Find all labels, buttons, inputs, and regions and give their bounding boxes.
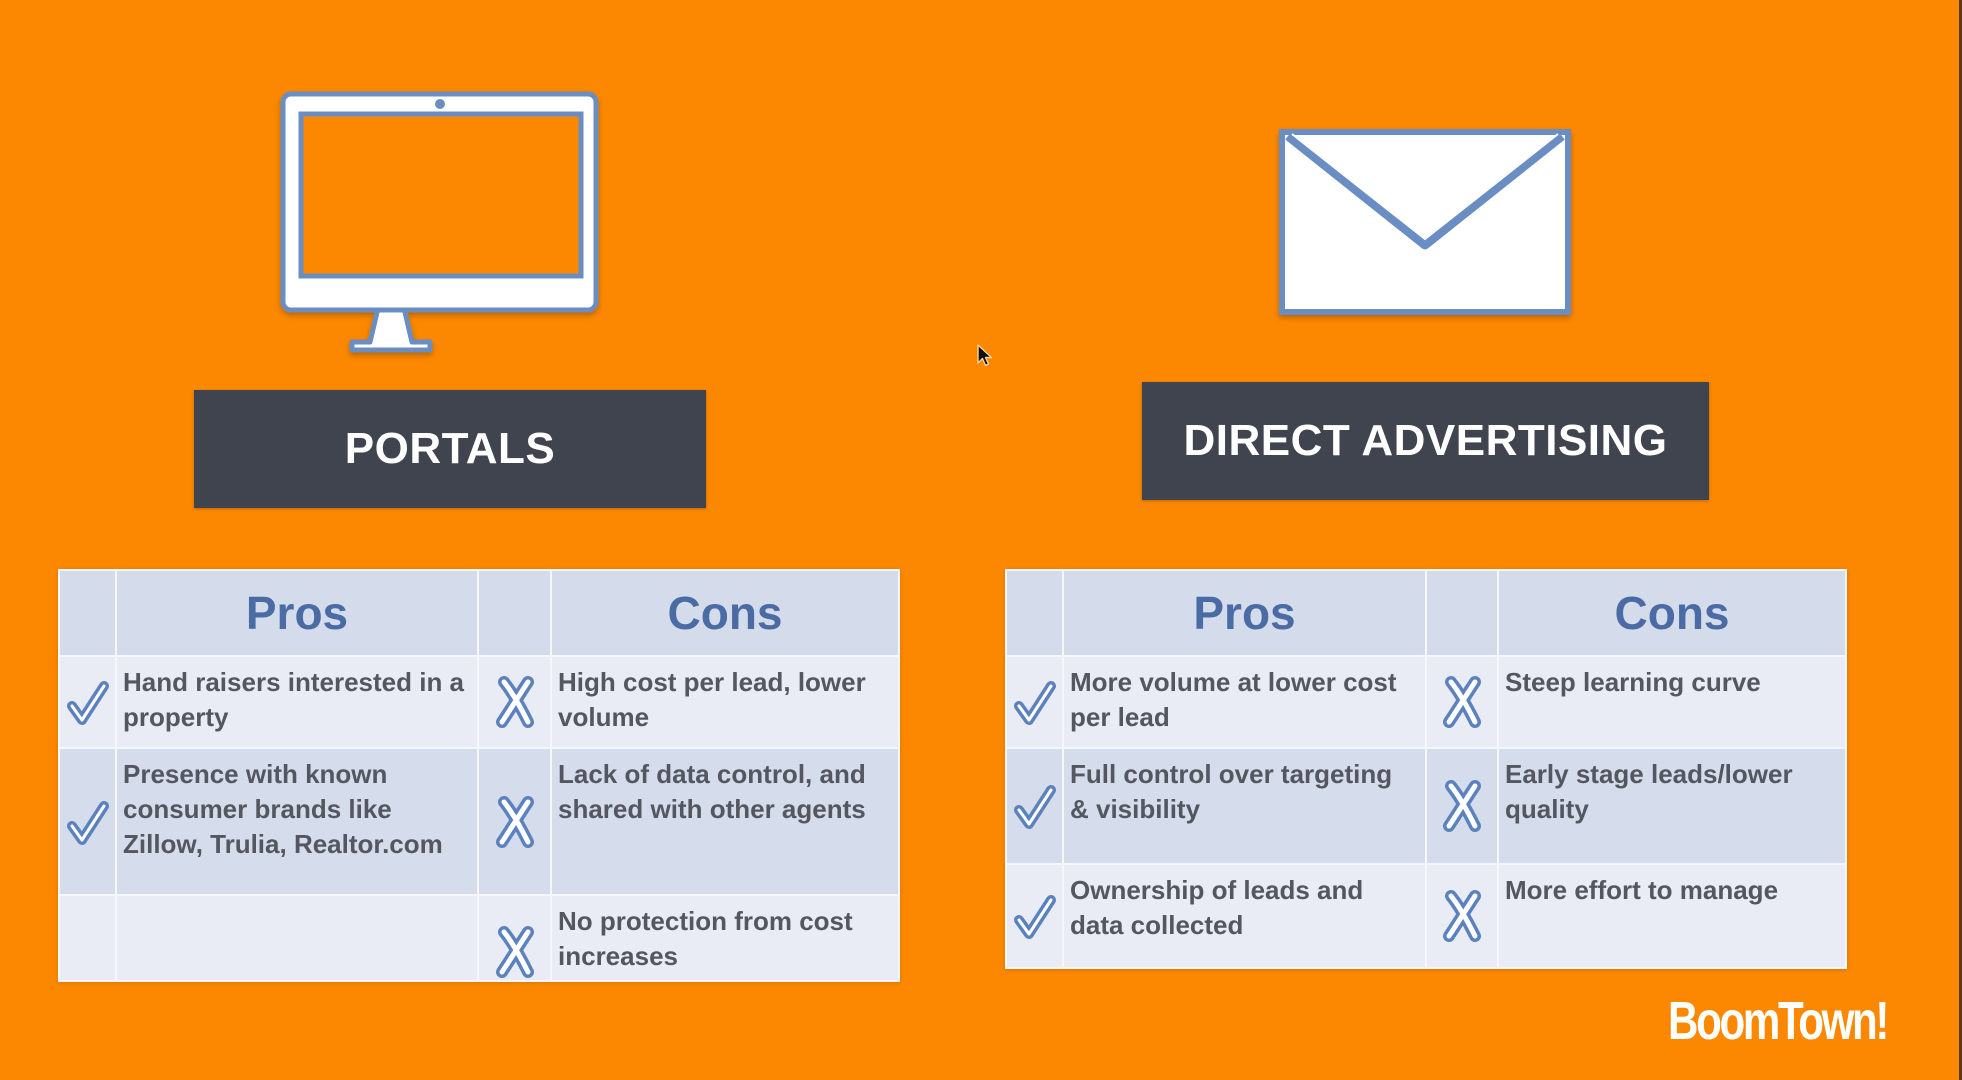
table-header-row: Pros Cons xyxy=(1005,569,1847,657)
con-icon-cell xyxy=(1425,863,1499,969)
header-icon-cell xyxy=(58,569,117,657)
con-icon-cell xyxy=(477,747,552,896)
con-cell: High cost per lead, lower volume xyxy=(550,655,900,749)
header-icon-cell xyxy=(1425,569,1499,657)
portals-title-text: PORTALS xyxy=(344,424,556,473)
direct-advertising-title-text: DIRECT ADVERTISING xyxy=(1183,416,1668,465)
pro-icon-cell xyxy=(58,894,117,982)
con-icon-cell xyxy=(1425,655,1499,749)
envelope-icon xyxy=(1279,129,1571,315)
checkmark-icon xyxy=(1013,681,1056,725)
table-row: No protection from cost increases xyxy=(58,894,900,982)
table-row: Ownership of leads and data collected Mo… xyxy=(1005,863,1847,969)
con-cell: Lack of data control, and shared with ot… xyxy=(550,747,900,896)
pro-cell: Hand raisers interested in a property xyxy=(115,655,479,749)
con-icon-cell xyxy=(477,655,552,749)
pro-cell: Ownership of leads and data collected xyxy=(1062,863,1427,969)
con-cell: No protection from cost increases xyxy=(550,894,900,982)
cons-header: Cons xyxy=(550,569,900,657)
pro-cell: Presence with known consumer brands like… xyxy=(115,747,479,896)
pro-icon-cell xyxy=(1005,863,1064,969)
boomtown-logo: BoomTown! xyxy=(1668,991,1889,1051)
portals-title: PORTALS xyxy=(194,390,706,508)
cons-header: Cons xyxy=(1497,569,1847,657)
pro-icon-cell xyxy=(1005,655,1064,749)
direct-advertising-title: DIRECT ADVERTISING xyxy=(1142,382,1709,500)
pro-cell xyxy=(115,894,479,982)
portals-pros-cons-table: Pros Cons Hand raisers interested in a p… xyxy=(58,569,900,982)
table-row: Full control over targeting & visibility… xyxy=(1005,747,1847,865)
pros-header: Pros xyxy=(1062,569,1427,657)
x-mark-icon xyxy=(1443,676,1481,728)
checkmark-icon xyxy=(66,681,109,725)
table-row: Hand raisers interested in a property Hi… xyxy=(58,655,900,749)
pros-header: Pros xyxy=(115,569,479,657)
table-row: More volume at lower cost per lead Steep… xyxy=(1005,655,1847,749)
checkmark-icon xyxy=(1013,785,1056,829)
checkmark-icon xyxy=(1013,895,1056,939)
pro-icon-cell xyxy=(58,655,117,749)
con-cell: Steep learning curve xyxy=(1497,655,1847,749)
x-mark-icon xyxy=(1443,890,1481,942)
x-mark-icon xyxy=(495,926,534,978)
pro-cell: More volume at lower cost per lead xyxy=(1062,655,1427,749)
table-header-row: Pros Cons xyxy=(58,569,900,657)
header-icon-cell xyxy=(1005,569,1064,657)
con-icon-cell xyxy=(477,894,552,982)
x-mark-icon xyxy=(1443,780,1481,832)
monitor-icon xyxy=(280,91,599,353)
con-icon-cell xyxy=(1425,747,1499,865)
header-icon-cell xyxy=(477,569,552,657)
con-cell: More effort to manage xyxy=(1497,863,1847,969)
pro-cell: Full control over targeting & visibility xyxy=(1062,747,1427,865)
x-mark-icon xyxy=(495,795,534,848)
mouse-cursor-icon xyxy=(977,344,993,367)
x-mark-icon xyxy=(495,676,534,728)
pro-icon-cell xyxy=(1005,747,1064,865)
table-row: Presence with known consumer brands like… xyxy=(58,747,900,896)
pro-icon-cell xyxy=(58,747,117,896)
con-cell: Early stage leads/lower quality xyxy=(1497,747,1847,865)
direct-advertising-pros-cons-table: Pros Cons More volume at lower cost per … xyxy=(1005,569,1847,969)
checkmark-icon xyxy=(66,800,109,845)
